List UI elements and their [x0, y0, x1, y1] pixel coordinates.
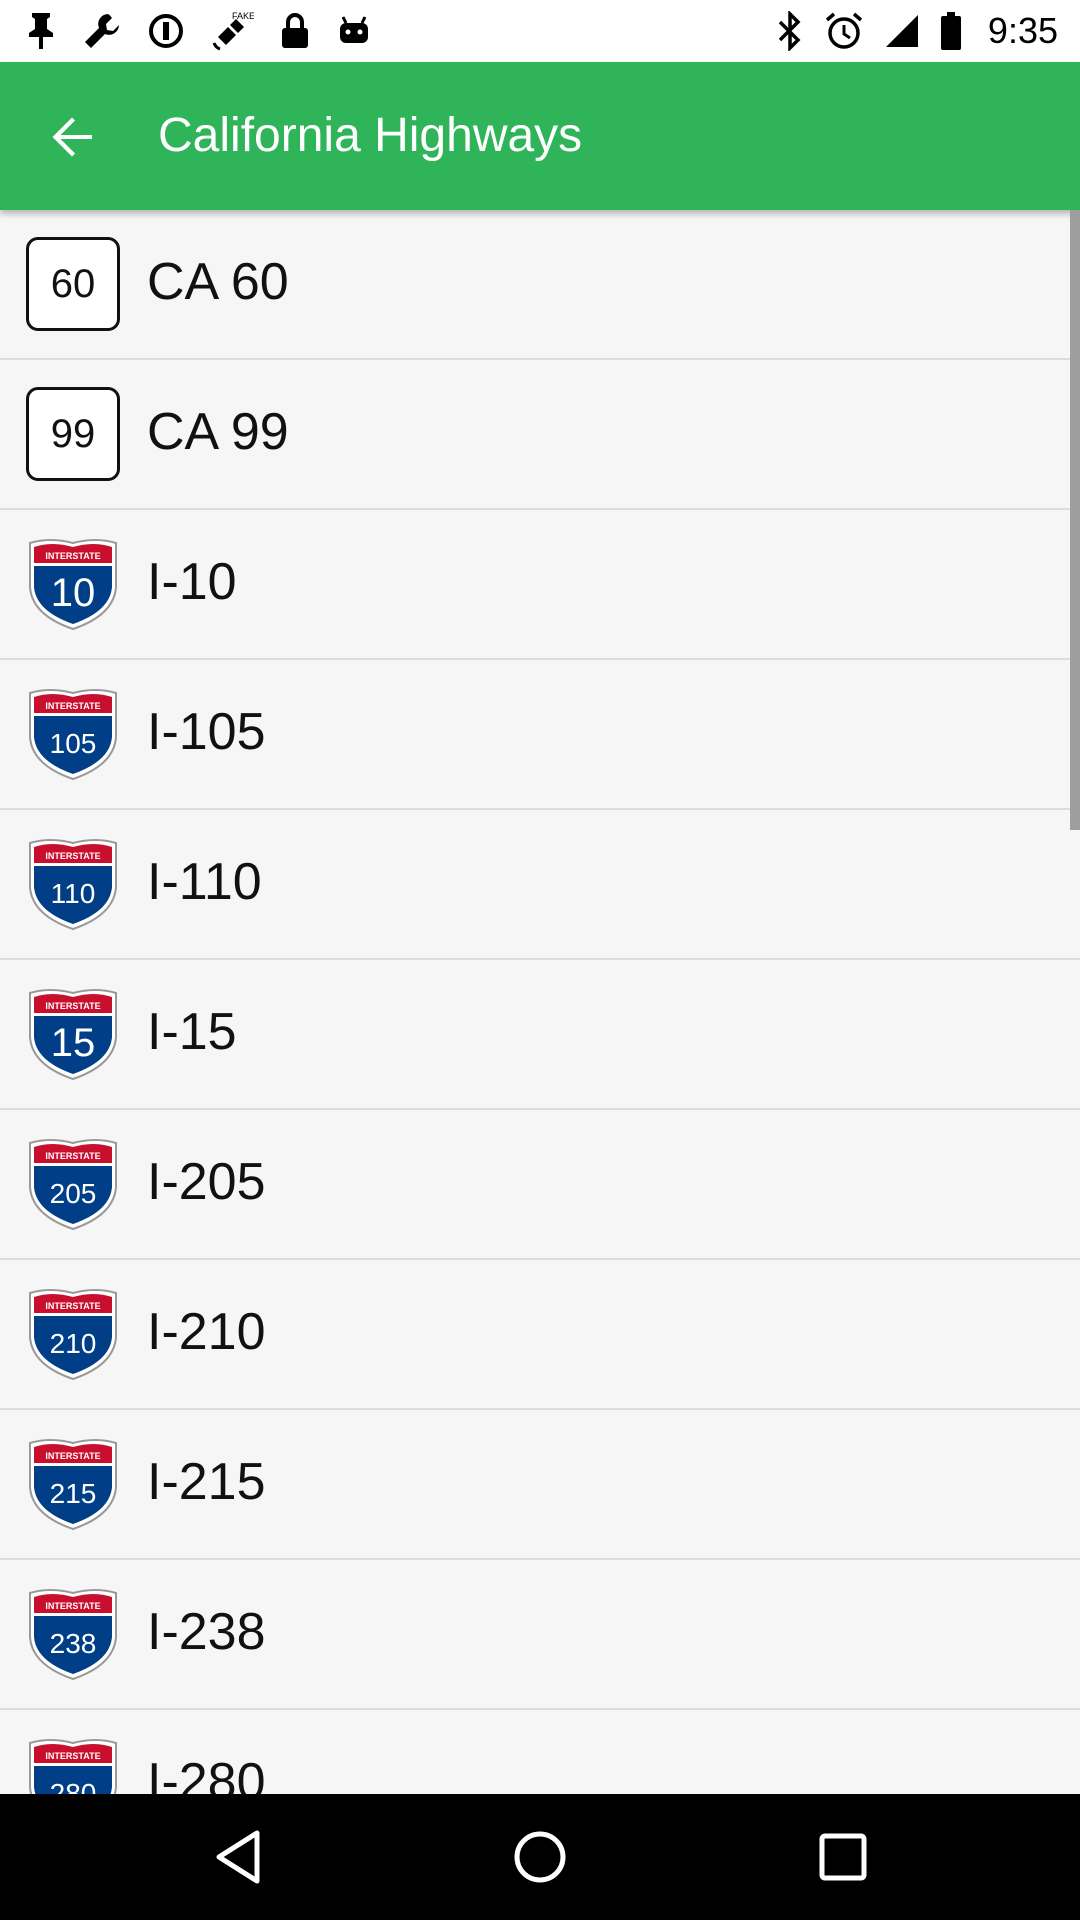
scrollbar[interactable] — [1070, 210, 1080, 830]
highway-name: I-280 — [147, 1753, 266, 1794]
signal-icon — [885, 15, 918, 47]
shield-header-text: INTERSTATE — [45, 1601, 100, 1611]
shield-header-text: INTERSTATE — [45, 1301, 100, 1311]
alarm-icon — [825, 12, 863, 49]
status-left-icons: FAKE — [26, 10, 372, 52]
recents-square-icon — [819, 1833, 867, 1881]
shield-number: 15 — [51, 1021, 96, 1065]
list-item[interactable]: INTERSTATE 110 I-110 — [0, 810, 1080, 960]
app-bar: California Highways — [0, 62, 1080, 210]
interstate-shield-icon: INTERSTATE 10 — [29, 539, 117, 631]
highway-name: I-215 — [147, 1453, 266, 1511]
interstate-shield-icon: INTERSTATE 210 — [29, 1289, 117, 1381]
pin-icon — [29, 13, 53, 49]
list-item[interactable]: INTERSTATE 15 I-15 — [0, 960, 1080, 1110]
home-circle-icon — [514, 1831, 566, 1883]
state-route-shield-icon: 60 — [26, 237, 120, 331]
highway-name: I-15 — [147, 1003, 237, 1061]
back-button[interactable] — [32, 102, 114, 172]
list-item[interactable]: INTERSTATE 10 I-10 — [0, 510, 1080, 660]
lock-icon — [282, 13, 308, 48]
svg-text:FAKE: FAKE — [232, 11, 254, 21]
nav-home-button[interactable] — [505, 1822, 575, 1892]
status-bar: FAKE 9:35 — [0, 0, 1080, 62]
interstate-shield-icon: INTERSTATE 110 — [29, 839, 117, 931]
shield-number: 205 — [50, 1178, 97, 1209]
highway-name: I-205 — [147, 1153, 266, 1211]
highway-name: CA 99 — [147, 403, 289, 461]
list-item[interactable]: 99 CA 99 — [0, 360, 1080, 510]
fake-gps-icon: FAKE — [212, 11, 254, 51]
shield-header-text: INTERSTATE — [45, 1001, 100, 1011]
data-saver-icon — [149, 14, 183, 48]
bluetooth-icon — [778, 11, 801, 51]
shield-header-text: INTERSTATE — [45, 551, 100, 561]
interstate-shield-icon: INTERSTATE 238 — [29, 1589, 117, 1681]
shield-number: 238 — [50, 1628, 97, 1659]
interstate-shield-icon: INTERSTATE 105 — [29, 689, 117, 781]
shield-number: 10 — [51, 571, 96, 615]
highway-name: CA 60 — [147, 253, 289, 311]
android-icon — [340, 16, 368, 43]
list-item[interactable]: INTERSTATE 205 I-205 — [0, 1110, 1080, 1260]
state-route-shield-icon: 99 — [26, 387, 120, 481]
shield-header-text: INTERSTATE — [45, 701, 100, 711]
highway-name: I-210 — [147, 1303, 266, 1361]
shield-header-text: INTERSTATE — [45, 851, 100, 861]
list-item[interactable]: INTERSTATE 105 I-105 — [0, 660, 1080, 810]
shield-number: 105 — [50, 728, 97, 759]
shield-header-text: INTERSTATE — [45, 1751, 100, 1761]
shield-number: 110 — [51, 878, 96, 909]
interstate-shield-icon: INTERSTATE 280 — [29, 1739, 117, 1794]
system-nav-bar — [0, 1794, 1080, 1920]
shield-header-text: INTERSTATE — [45, 1151, 100, 1161]
shield-header-text: INTERSTATE — [45, 1451, 100, 1461]
interstate-shield-icon: INTERSTATE 215 — [29, 1439, 117, 1531]
highway-name: I-238 — [147, 1603, 266, 1661]
highway-list[interactable]: 60 CA 60 99 CA 99 INTERSTATE 10 I-10 INTERSTATE… — [0, 210, 1080, 1794]
interstate-shield-icon: INTERSTATE 205 — [29, 1139, 117, 1231]
list-item[interactable]: INTERSTATE 215 I-215 — [0, 1410, 1080, 1560]
back-triangle-icon — [216, 1830, 260, 1884]
list-item[interactable]: 60 CA 60 — [0, 210, 1080, 360]
list-item[interactable]: INTERSTATE 238 I-238 — [0, 1560, 1080, 1710]
battery-icon — [940, 12, 961, 50]
nav-back-button[interactable] — [203, 1822, 273, 1892]
interstate-shield-icon: INTERSTATE 15 — [29, 989, 117, 1081]
page-title: California Highways — [158, 109, 583, 162]
list-item[interactable]: INTERSTATE 210 I-210 — [0, 1260, 1080, 1410]
shield-number: 210 — [50, 1328, 97, 1359]
status-right-icons: 9:35 — [776, 10, 1058, 52]
arrow-back-icon — [52, 117, 92, 157]
status-time: 9:35 — [987, 10, 1058, 51]
highway-name: I-10 — [147, 553, 237, 611]
wrench-icon — [85, 14, 119, 48]
highway-name: I-110 — [147, 853, 262, 911]
list-item[interactable]: INTERSTATE 280 I-280 — [0, 1710, 1080, 1794]
nav-recents-button[interactable] — [808, 1822, 878, 1892]
highway-name: I-105 — [147, 703, 266, 761]
shield-number: 215 — [50, 1478, 97, 1509]
shield-number: 280 — [50, 1778, 97, 1794]
